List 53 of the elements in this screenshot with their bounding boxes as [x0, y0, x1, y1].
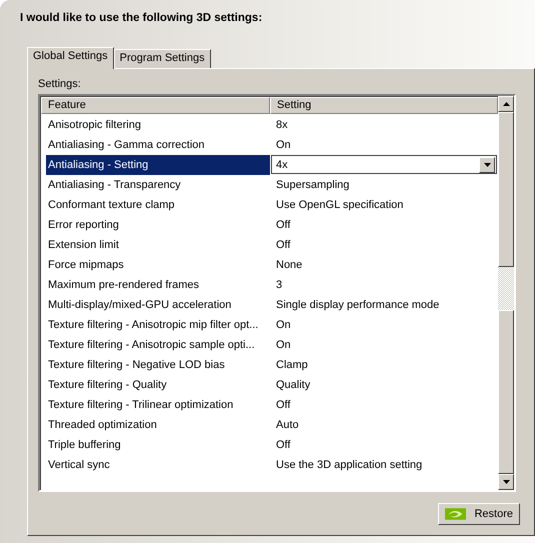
table-cell[interactable]: Force mipmaps: [46, 255, 270, 275]
table-cell[interactable]: Anisotropic filtering: [46, 115, 270, 135]
down-arrow-icon: [502, 480, 510, 484]
page-heading: I would like to use the following 3D settings:: [20, 12, 264, 26]
scroll-up-button[interactable]: [498, 96, 514, 112]
table-cell-text: Supersampling: [275, 178, 350, 193]
table-cell-text: 3: [275, 278, 282, 293]
table-cell[interactable]: Texture filtering - Trilinear optimization: [46, 395, 270, 415]
table-cell-text: On: [275, 138, 291, 153]
table-cell[interactable]: Error reporting: [46, 215, 270, 235]
table-cell[interactable]: Texture filtering - Anisotropic mip filter opt...: [46, 315, 270, 335]
scroll-down-button[interactable]: [498, 474, 514, 490]
setting-dropdown[interactable]: 4x: [271, 155, 497, 174]
tab[interactable]: Global Settings: [27, 47, 114, 69]
table-cell-text: On: [275, 318, 291, 333]
table-cell-text: Use the 3D application setting: [275, 458, 422, 473]
column-header[interactable]: Setting: [270, 97, 498, 114]
column-header[interactable]: Feature: [41, 97, 270, 114]
table-cell-text: Single display performance mode: [275, 298, 440, 313]
table-cell-text: Auto: [275, 418, 299, 433]
table-cell[interactable]: Maximum pre-rendered frames: [46, 275, 270, 295]
table-cell-text: 8x: [275, 118, 288, 133]
table-cell[interactable]: Threaded optimization: [46, 415, 270, 435]
table-cell[interactable]: Texture filtering - Quality: [46, 375, 270, 395]
table-cell-text: On: [275, 338, 291, 353]
tab[interactable]: Program Settings: [114, 49, 211, 68]
table-cell-text: None: [275, 258, 302, 273]
down-arrow-icon: [484, 162, 490, 166]
table-cell[interactable]: Antialiasing - Transparency: [46, 175, 270, 195]
up-arrow-icon: [502, 102, 510, 106]
table-cell[interactable]: Conformant texture clamp: [46, 195, 270, 215]
settings-label: Settings:: [38, 78, 82, 92]
table-cell-text: Clamp: [275, 358, 308, 373]
table-cell-text: Use OpenGL specification: [275, 198, 404, 213]
table-cell-text: Quality: [275, 378, 310, 393]
dropdown-button[interactable]: [479, 156, 495, 172]
table-cell[interactable]: Antialiasing - Setting: [46, 155, 270, 175]
table-cell-text: Off: [275, 238, 290, 253]
table-cell-text: Off: [275, 218, 290, 233]
table-cell[interactable]: Extension limit: [46, 235, 270, 255]
dropdown-value: 4x: [275, 158, 288, 170]
table-cell[interactable]: Antialiasing - Gamma correction: [46, 135, 270, 155]
table-cell-text: Off: [275, 398, 290, 413]
table-cell[interactable]: Multi-display/mixed-GPU acceleration: [46, 295, 270, 315]
table-cell[interactable]: Triple buffering: [46, 435, 270, 455]
table-cell-text: Off: [275, 438, 290, 453]
table-cell[interactable]: Texture filtering - Anisotropic sample opti...: [46, 335, 270, 355]
table-cell[interactable]: Texture filtering - Negative LOD bias: [46, 355, 270, 375]
eye-logo-icon: [445, 507, 466, 521]
restore-button[interactable]: Restore: [438, 503, 520, 525]
scroll-thumb[interactable]: [498, 112, 514, 267]
scrollbar[interactable]: [498, 96, 514, 490]
table-cell[interactable]: Vertical sync: [46, 455, 270, 475]
